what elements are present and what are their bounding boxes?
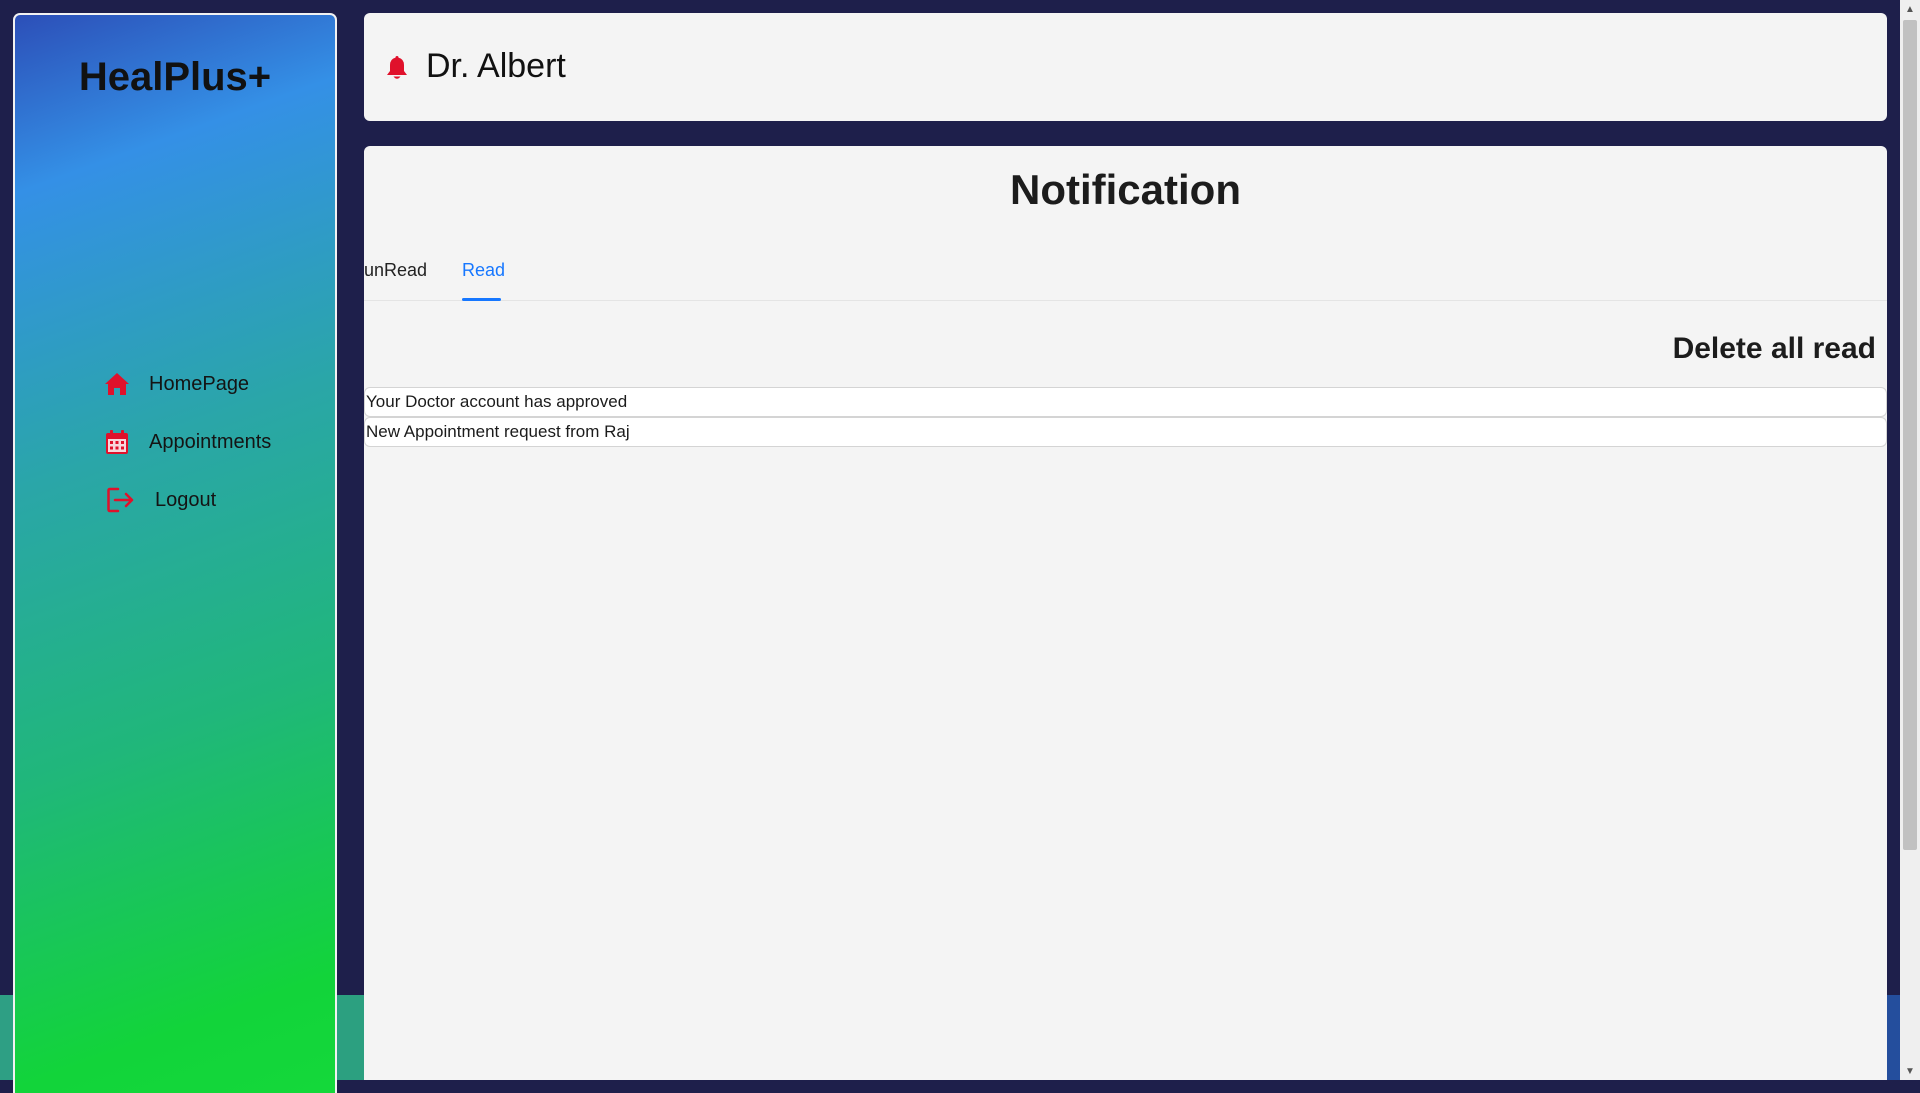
sidebar-nav: HomePage Appointments Logout — [103, 355, 271, 529]
doctor-name: Dr. Albert — [426, 47, 566, 85]
scroll-down-arrow-icon[interactable]: ▼ — [1900, 1062, 1920, 1080]
active-tab-indicator — [462, 298, 501, 301]
page-title: Notification — [1010, 166, 1241, 213]
sidebar-item-homepage[interactable]: HomePage — [103, 355, 271, 413]
bell-icon[interactable] — [386, 55, 408, 86]
sidebar-item-label: HomePage — [149, 372, 250, 395]
scroll-up-arrow-icon[interactable]: ▲ — [1900, 0, 1920, 18]
top-header: Dr. Albert — [364, 13, 1887, 121]
home-icon — [103, 370, 131, 398]
sidebar-item-label: Appointments — [149, 430, 272, 453]
sidebar-item-label: Logout — [155, 488, 217, 511]
list-item[interactable]: New Appointment request from Raj — [364, 417, 1887, 447]
scroll-thumb[interactable] — [1903, 20, 1917, 850]
notification-tabs: unRead Read — [364, 256, 1887, 301]
calendar-icon — [103, 428, 131, 456]
notification-panel: Notification unRead Read Delete all read… — [364, 146, 1887, 1080]
tab-unread[interactable]: unRead — [364, 256, 427, 299]
notification-list: Your Doctor account has approved New App… — [364, 387, 1887, 447]
sidebar: HealPlus+ HomePage Appointments Logout — [13, 13, 337, 1093]
delete-all-read-button[interactable]: Delete all read — [1673, 332, 1876, 366]
logout-icon — [107, 486, 135, 514]
sidebar-item-logout[interactable]: Logout — [103, 471, 271, 529]
app-logo: HealPlus+ — [78, 55, 272, 99]
tab-read[interactable]: Read — [462, 256, 505, 299]
list-item[interactable]: Your Doctor account has approved — [364, 387, 1887, 417]
page-scrollbar[interactable]: ▲ ▼ — [1900, 0, 1920, 1080]
sidebar-item-appointments[interactable]: Appointments — [103, 413, 271, 471]
